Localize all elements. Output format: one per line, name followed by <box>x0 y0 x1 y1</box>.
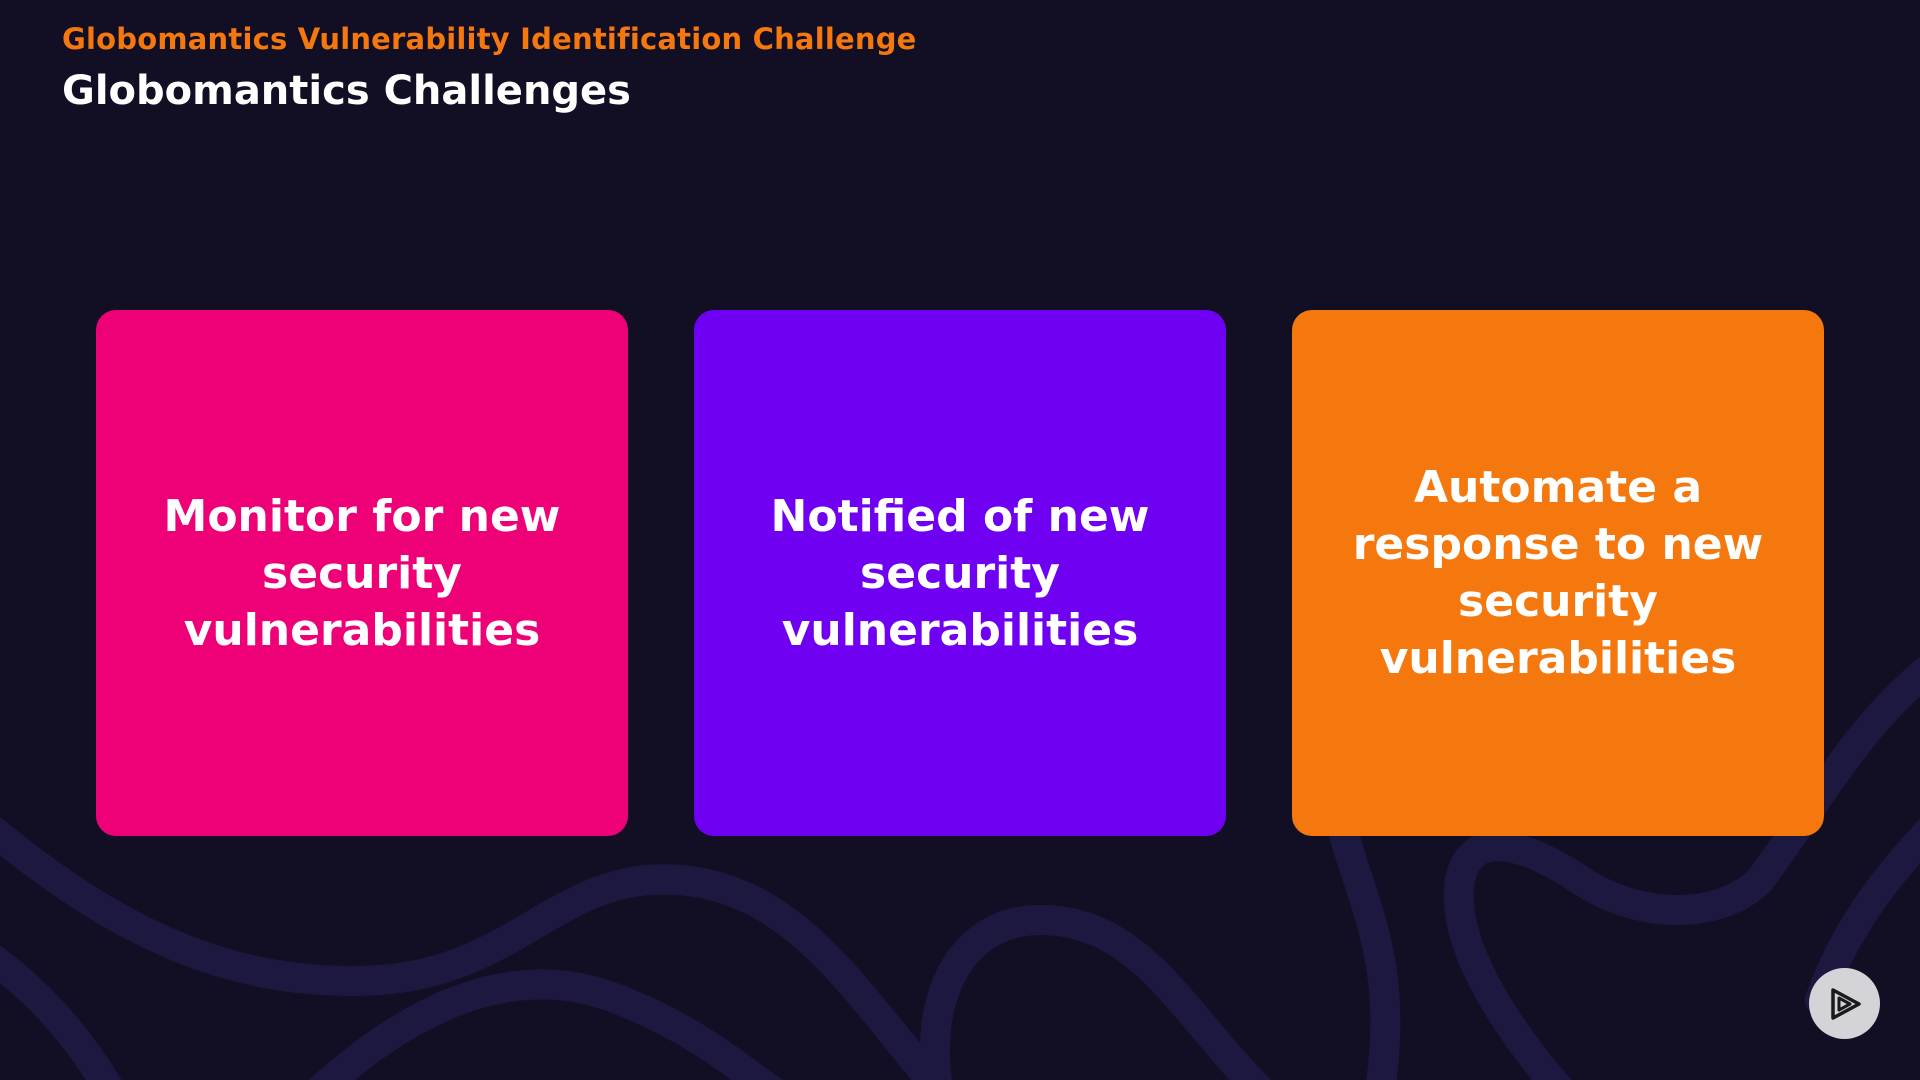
page-title: Globomantics Challenges <box>62 68 631 114</box>
player-logo-button[interactable] <box>1809 968 1880 1039</box>
section-eyebrow: Globomantics Vulnerability Identificatio… <box>62 22 917 56</box>
challenge-card-text: Monitor for new security vulnerabilities <box>163 490 561 656</box>
play-logo-icon <box>1830 987 1861 1020</box>
challenge-card-notified: Notified of new security vulnerabilities <box>694 310 1226 836</box>
challenge-card-automate: Automate a response to new security vuln… <box>1292 310 1824 836</box>
challenge-card-text: Automate a response to new security vuln… <box>1352 462 1764 684</box>
challenge-card-text: Notified of new security vulnerabilities <box>770 490 1150 656</box>
challenge-card-monitor: Monitor for new security vulnerabilities <box>96 310 628 836</box>
